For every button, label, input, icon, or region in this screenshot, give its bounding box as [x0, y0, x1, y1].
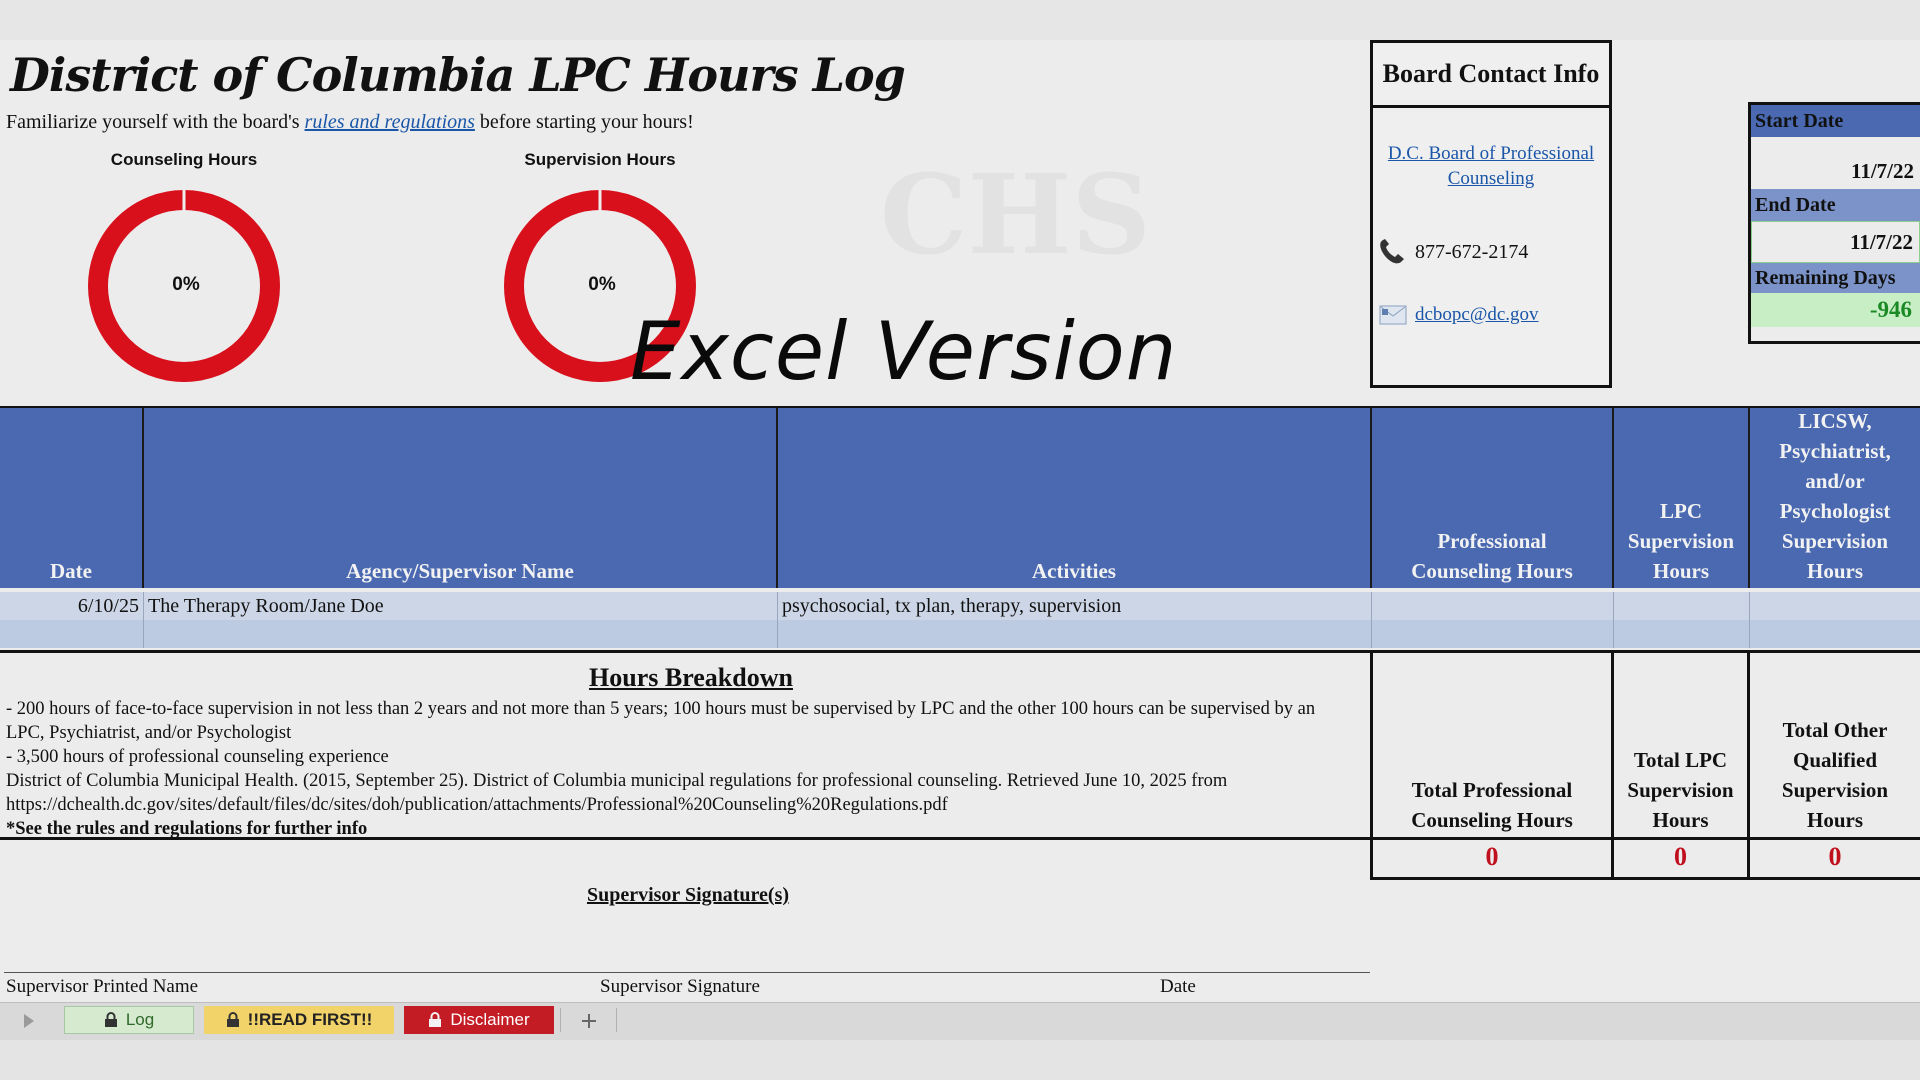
- total-other-label: Total Other Qualified Supervision Hours: [1750, 650, 1920, 840]
- row-1-date[interactable]: 6/10/25: [0, 592, 144, 620]
- row-2-activities[interactable]: [778, 620, 1372, 648]
- row-2-agency[interactable]: [144, 620, 778, 648]
- header-lpc-supervision-hours[interactable]: LPC Supervision Hours: [1614, 408, 1750, 588]
- start-date-value[interactable]: 11/7/22: [1751, 137, 1920, 189]
- row-1-pc-hours[interactable]: [1372, 592, 1614, 620]
- row-2-lpc-hours[interactable]: [1614, 620, 1750, 648]
- breakdown-line-experience: - 3,500 hours of professional counseling…: [6, 747, 389, 767]
- supervision-chart-title: Supervision Hours: [524, 150, 676, 169]
- row-1-lpc-hours[interactable]: [1614, 592, 1750, 620]
- total-pc-value: 0: [1370, 838, 1614, 880]
- phone-icon: [1380, 239, 1404, 264]
- email-row: dcbopc@dc.gov: [1379, 304, 1609, 326]
- lock-icon: [104, 1012, 117, 1027]
- tab-divider: [616, 1008, 617, 1032]
- end-date-label: End Date: [1751, 189, 1920, 221]
- counseling-percent-label: 0%: [172, 274, 200, 295]
- scroll-right-icon[interactable]: [22, 1013, 36, 1029]
- lock-icon: [429, 1012, 442, 1027]
- date-summary-box: Start Date 11/7/22 End Date 11/7/22 Rema…: [1748, 102, 1920, 344]
- breakdown-text: - 200 hours of face-to-face supervision …: [6, 697, 1346, 841]
- header-professional-counseling-hours[interactable]: Professional Counseling Hours: [1372, 408, 1614, 588]
- lock-icon: [226, 1012, 239, 1027]
- supervision-percent-label: 0%: [588, 274, 616, 295]
- tab-divider: [560, 1008, 561, 1032]
- tab-disclaimer[interactable]: Disclaimer: [404, 1006, 554, 1034]
- row-1-agency[interactable]: The Therapy Room/Jane Doe: [144, 592, 778, 620]
- printed-name-label: Supervisor Printed Name: [6, 976, 199, 997]
- total-lpc-value: 0: [1614, 838, 1750, 880]
- phone-row: 877-672-2174: [1377, 238, 1609, 266]
- remaining-days-value: -946: [1751, 293, 1920, 327]
- header-other-supervision-hours[interactable]: LICSW, Psychiatrist, and/or Psychologist…: [1750, 408, 1920, 588]
- sheet-title: District of Columbia LPC Hours Log: [10, 48, 906, 102]
- row-2-pc-hours[interactable]: [1372, 620, 1614, 648]
- start-date-label: Start Date: [1751, 105, 1920, 137]
- board-contact-box: Board Contact Info D.C. Board of Profess…: [1370, 40, 1612, 388]
- row-1-other-hours[interactable]: [1750, 592, 1920, 620]
- status-bar: [0, 1040, 1920, 1080]
- email-link[interactable]: dcbopc@dc.gov: [1415, 304, 1539, 326]
- sheet-subtitle: Familiarize yourself with the board's ru…: [6, 111, 694, 134]
- breakdown-line-supervision: - 200 hours of face-to-face supervision …: [6, 699, 1316, 743]
- breakdown-line-citation: District of Columbia Municipal Health. (…: [6, 771, 1228, 815]
- header-date[interactable]: Date: [0, 408, 144, 588]
- subtitle-text-before: Familiarize yourself with the board's: [6, 111, 305, 133]
- row-2-date[interactable]: [0, 620, 144, 648]
- mail-icon: [1379, 305, 1407, 325]
- background-watermark: CHS: [880, 150, 1151, 279]
- counseling-chart-title: Counseling Hours: [110, 150, 258, 169]
- signature-date-label: Date: [1160, 976, 1196, 997]
- signature-line: [4, 972, 1370, 973]
- tab-log-label: Log: [125, 1010, 155, 1029]
- header-agency[interactable]: Agency/Supervisor Name: [144, 408, 778, 588]
- phone-number: 877-672-2174: [1415, 240, 1529, 263]
- subtitle-text-after: before starting your hours!: [474, 111, 694, 133]
- board-website-link[interactable]: D.C. Board of Professional Counseling: [1388, 143, 1594, 189]
- end-date-value[interactable]: 11/7/22: [1751, 221, 1920, 263]
- excel-version-overlay: Excel Version: [630, 305, 1178, 398]
- total-lpc-label: Total LPC Supervision Hours: [1614, 650, 1750, 840]
- breakdown-title: Hours Breakdown: [589, 663, 793, 692]
- hours-breakdown-section: Hours Breakdown - 200 hours of face-to-f…: [0, 650, 1370, 840]
- header-activities[interactable]: Activities: [778, 408, 1372, 588]
- total-pc-label: Total Professional Counseling Hours: [1370, 650, 1614, 840]
- add-sheet-icon[interactable]: [580, 1012, 598, 1030]
- row-1-activities[interactable]: psychosocial, tx plan, therapy, supervis…: [778, 592, 1372, 620]
- contact-heading: Board Contact Info: [1373, 43, 1609, 108]
- signature-title: Supervisor Signature(s): [586, 884, 790, 906]
- signature-label: Supervisor Signature: [600, 976, 760, 997]
- row-2-other-hours[interactable]: [1750, 620, 1920, 648]
- tab-log[interactable]: Log: [64, 1006, 194, 1034]
- tab-read-first[interactable]: !!READ FIRST!!: [204, 1006, 394, 1034]
- rules-link[interactable]: rules and regulations: [305, 111, 475, 133]
- total-other-value: 0: [1750, 838, 1920, 880]
- remaining-days-label: Remaining Days: [1751, 263, 1920, 293]
- breakdown-line-note: *See the rules and regulations for furth…: [6, 819, 368, 839]
- tab-read-first-label: !!READ FIRST!!: [247, 1010, 373, 1029]
- tab-disclaimer-label: Disclaimer: [450, 1010, 530, 1029]
